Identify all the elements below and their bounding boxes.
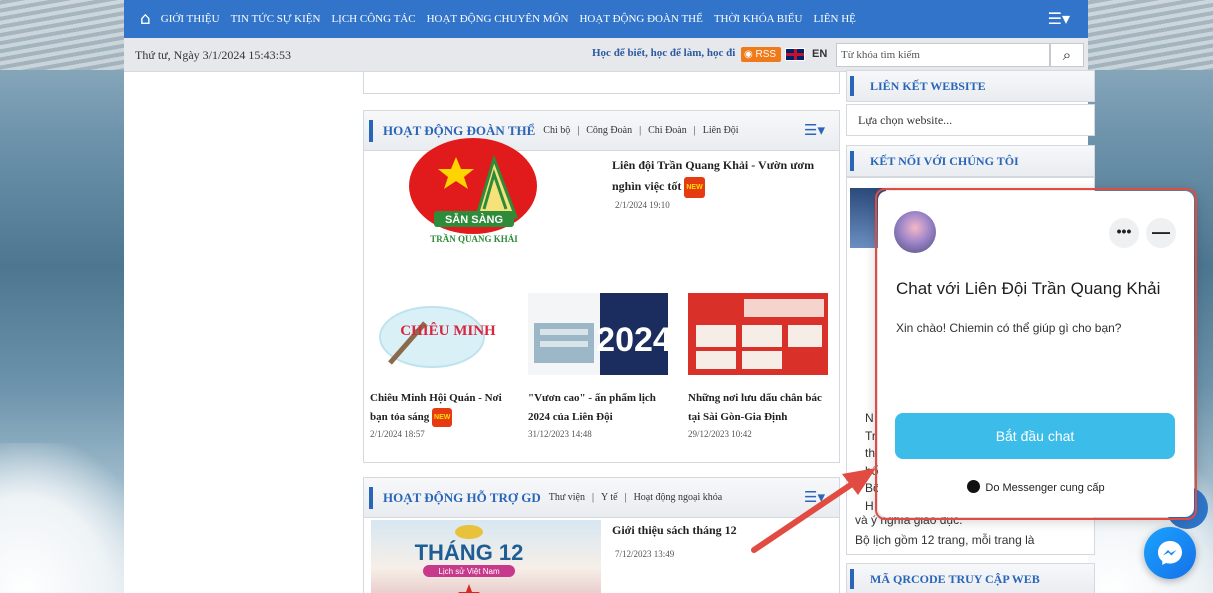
post-title[interactable]: "Vươn cao" - ấn phẩm lịch 2024 của Liên … xyxy=(528,389,676,427)
thumb-2-text: 2024 xyxy=(596,321,668,359)
nav-item-lich-cong-tac[interactable]: LỊCH CÔNG TÁC xyxy=(331,13,415,25)
logo-text-top: SẴN SÀNG xyxy=(445,213,503,226)
separator: | xyxy=(693,125,696,136)
qrcode-title: MÃ QRCODE TRUY CẬP WEB xyxy=(870,571,1040,586)
section-accent-bar xyxy=(369,486,373,509)
section-accent-bar xyxy=(369,119,373,142)
rss-button[interactable]: ◉ RSS xyxy=(741,47,781,62)
section-accent-bar xyxy=(850,151,854,171)
logo-text-bottom: TRẦN QUANG KHẢI xyxy=(430,234,518,244)
nav-item-thoi-khoa-bieu[interactable]: THỜI KHÓA BIỂU xyxy=(714,13,803,25)
post-thumbnail-image[interactable]: 2024 xyxy=(528,293,672,375)
section-title[interactable]: HOẠT ĐỘNG HỖ TRỢ GD xyxy=(383,490,541,506)
sub-link-chi-doan[interactable]: Chi Đoàn xyxy=(648,125,687,136)
post-title[interactable]: Chiêu Minh Hội Quán - Nơi bạn tỏa sáng N… xyxy=(370,389,518,427)
separator: | xyxy=(639,125,642,136)
featured-book-image[interactable]: THÁNG 12 Lịch sử Việt Nam xyxy=(371,520,601,593)
language-en-link[interactable]: EN xyxy=(812,48,827,60)
search-input[interactable]: Từ khóa tìm kiếm xyxy=(836,43,1050,67)
section-accent-bar xyxy=(850,569,854,589)
post-date: 7/12/2023 13:49 xyxy=(615,549,675,559)
sub-link-lien-doi[interactable]: Liên Đội xyxy=(703,125,739,136)
nav-item-gioi-thieu[interactable]: GIỚI THIỆU xyxy=(161,13,220,25)
qrcode-header: MÃ QRCODE TRUY CẬP WEB xyxy=(846,563,1095,593)
fb-line: Bộ lịch gồm 12 trang, mỗi trang là xyxy=(855,533,1035,547)
post-date: 29/12/2023 10:42 xyxy=(688,429,752,439)
separator: | xyxy=(591,492,594,503)
separator: | xyxy=(624,492,627,503)
main-nav: ⌂ GIỚI THIỆU TIN TỨC SỰ KIỆN LỊCH CÔNG T… xyxy=(124,0,1088,38)
list-item[interactable]: CHIÊU MINH Chiêu Minh Hội Quán - Nơi bạn… xyxy=(370,293,518,439)
post-title[interactable]: Giới thiệu sách tháng 12 xyxy=(612,523,737,538)
featured-post-title[interactable]: Liên đội Trần Quang Khải - Vườn ươm nghì… xyxy=(612,155,834,198)
website-select[interactable]: Lựa chọn website... xyxy=(846,104,1095,136)
section-hoat-dong-doan-the: HOẠT ĐỘNG ĐOÀN THỂ Chi bộ | Công Đoàn | … xyxy=(363,110,840,463)
messenger-icon xyxy=(1158,541,1182,565)
links-title: LIÊN KẾT WEBSITE xyxy=(870,78,986,93)
links-header: LIÊN KẾT WEBSITE xyxy=(846,70,1095,102)
nav-item-tin-tuc[interactable]: TIN TỨC SỰ KIỆN xyxy=(231,13,321,25)
connect-title: KẾT NỐI VỚI CHÚNG TÔI xyxy=(870,153,1019,168)
search-icon[interactable]: ⌕ xyxy=(1050,43,1084,67)
home-icon[interactable]: ⌂ xyxy=(140,9,151,29)
featured-logo-image[interactable]: SẴN SÀNG TRẦN QUANG KHẢI xyxy=(376,129,606,249)
sub-link-thu-vien[interactable]: Thư viện xyxy=(549,492,585,503)
nav-item-doan-the[interactable]: HOẠT ĐỘNG ĐOÀN THỂ xyxy=(579,13,702,25)
post-thumbnail-image[interactable]: CHIÊU MINH xyxy=(370,293,510,375)
featured-title-text: Liên đội Trần Quang Khải - Vườn ươm nghì… xyxy=(612,158,815,193)
post-date: 2/1/2024 18:57 xyxy=(370,429,425,440)
hamburger-menu-icon[interactable]: ☰▾ xyxy=(1048,9,1070,28)
post-date: 31/12/2023 14:48 xyxy=(528,429,592,439)
rss-icon: ◉ xyxy=(744,49,753,60)
list-item[interactable]: 2024 "Vươn cao" - ấn phẩm lịch 2024 của … xyxy=(528,293,676,439)
post-thumbnail-image[interactable] xyxy=(688,293,828,375)
uk-flag-icon[interactable] xyxy=(785,48,805,61)
connect-header: KẾT NỐI VỚI CHÚNG TÔI xyxy=(846,145,1095,177)
slogan-marquee: Học để biết, học để làm, học đi xyxy=(592,47,736,59)
previous-section-bottom xyxy=(363,72,840,94)
section-menu-icon[interactable]: ☰▾ xyxy=(804,121,825,139)
nav-item-chuyen-mon[interactable]: HOẠT ĐỘNG CHUYÊN MÔN xyxy=(427,13,569,25)
sub-link-y-te[interactable]: Y tế xyxy=(601,492,618,503)
left-background xyxy=(0,0,124,593)
thumb-1-text: CHIÊU MINH xyxy=(400,322,496,339)
sub-link-ngoai-khoa[interactable]: Hoạt động ngoại khóa xyxy=(634,492,723,503)
rss-label: RSS xyxy=(755,49,777,60)
section-header: HOẠT ĐỘNG HỖ TRỢ GD Thư viện | Y tế | Ho… xyxy=(364,478,839,518)
featured-post-date: 2/1/2024 19:10 xyxy=(615,200,670,210)
top-info-bar: Thứ tư, Ngày 3/1/2024 15:43:53 Học để bi… xyxy=(124,38,1088,72)
current-date: Thứ tư, Ngày 3/1/2024 15:43:53 xyxy=(135,48,291,62)
section-hoat-dong-ho-tro-gd: HOẠT ĐỘNG HỖ TRỢ GD Thư viện | Y tế | Ho… xyxy=(363,477,840,593)
messenger-fab-button[interactable] xyxy=(1144,527,1196,579)
post-title[interactable]: Những nơi lưu dấu chân bác tại Sài Gòn-G… xyxy=(688,389,836,427)
nav-item-lien-he[interactable]: LIÊN HỆ xyxy=(813,13,855,25)
book-image-text: THÁNG 12 xyxy=(415,540,524,565)
section-menu-icon[interactable]: ☰▾ xyxy=(804,488,825,506)
book-image-subtext: Lịch sử Việt Nam xyxy=(438,567,500,576)
new-badge: NEW xyxy=(684,176,705,198)
new-badge: NEW xyxy=(432,408,453,427)
list-item[interactable]: Những nơi lưu dấu chân bác tại Sài Gòn-G… xyxy=(688,293,836,439)
annotation-highlight-box xyxy=(875,188,1197,520)
section-accent-bar xyxy=(850,76,854,96)
